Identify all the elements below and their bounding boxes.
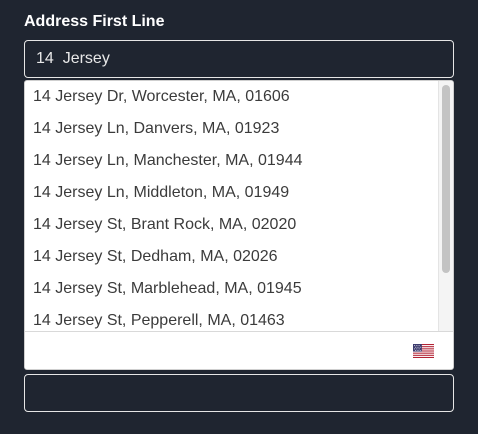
suggestions-scrollbar[interactable] (438, 81, 453, 331)
suggestions-footer (25, 331, 453, 369)
suggestion-item[interactable]: 14 Jersey St, Pepperell, MA, 01463 (25, 305, 438, 331)
suggestion-item[interactable]: 14 Jersey St, Brant Rock, MA, 02020 (25, 209, 438, 241)
address-suggestions-dropdown: 14 Jersey Dr, Worcester, MA, 01606 14 Je… (24, 80, 454, 370)
us-flag-icon (413, 344, 434, 358)
address-first-line-label: Address First Line (24, 13, 165, 30)
scrollbar-thumb[interactable] (442, 85, 450, 273)
suggestion-item[interactable]: 14 Jersey Ln, Danvers, MA, 01923 (25, 113, 438, 145)
suggestions-list: 14 Jersey Dr, Worcester, MA, 01606 14 Je… (25, 81, 438, 331)
suggestion-item[interactable]: 14 Jersey St, Marblehead, MA, 01945 (25, 273, 438, 305)
suggestion-item[interactable]: 14 Jersey Ln, Manchester, MA, 01944 (25, 145, 438, 177)
address-second-line-input[interactable] (24, 374, 454, 412)
suggestion-item[interactable]: 14 Jersey Ln, Middleton, MA, 01949 (25, 177, 438, 209)
address-first-line-input[interactable] (24, 40, 454, 78)
suggestion-item[interactable]: 14 Jersey Dr, Worcester, MA, 01606 (25, 81, 438, 113)
suggestion-item[interactable]: 14 Jersey St, Dedham, MA, 02026 (25, 241, 438, 273)
